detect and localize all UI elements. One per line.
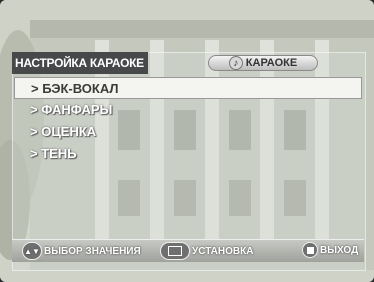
hint-exit-label: ВЫХОД <box>320 244 359 256</box>
stop-icon <box>302 242 318 258</box>
tab-karaoke-label: КАРАОКЕ <box>245 57 298 69</box>
hint-select-label: ВЫБОР ЗНАЧЕНИЯ <box>44 245 141 257</box>
karaoke-settings-screen: НАСТРОЙКА КАРАОКЕ ♪ КАРАОКЕ > БЭК-ВОКАЛ … <box>0 0 374 282</box>
menu-title: НАСТРОЙКА КАРАОКЕ <box>12 52 148 74</box>
hint-set-label: УСТАНОВКА <box>192 245 254 257</box>
hint-select-value: ▲▼ ВЫБОР ЗНАЧЕНИЯ <box>22 242 141 260</box>
menu-item-shadow[interactable]: > ТЕНЬ <box>14 143 362 165</box>
menu-item-score[interactable]: > ОЦЕНКА <box>14 121 362 143</box>
music-note-icon: ♪ <box>228 56 243 70</box>
up-down-arrows-icon: ▲▼ <box>22 242 42 260</box>
enter-button-icon <box>160 242 190 260</box>
menu-item-back-vocal[interactable]: > БЭК-ВОКАЛ <box>14 77 362 99</box>
menu-item-fanfare[interactable]: > ФАНФАРЫ <box>14 99 362 121</box>
tab-karaoke[interactable]: ♪ КАРАОКЕ <box>208 55 318 71</box>
hint-exit: ВЫХОД <box>302 242 358 258</box>
menu-list: > БЭК-ВОКАЛ > ФАНФАРЫ > ОЦЕНКА > ТЕНЬ <box>14 77 362 165</box>
hint-set: УСТАНОВКА <box>160 242 253 260</box>
footer-hints: ▲▼ ВЫБОР ЗНАЧЕНИЯ УСТАНОВКА ВЫХОД <box>12 239 364 262</box>
menu-header: НАСТРОЙКА КАРАОКЕ ♪ КАРАОКЕ <box>12 52 364 74</box>
